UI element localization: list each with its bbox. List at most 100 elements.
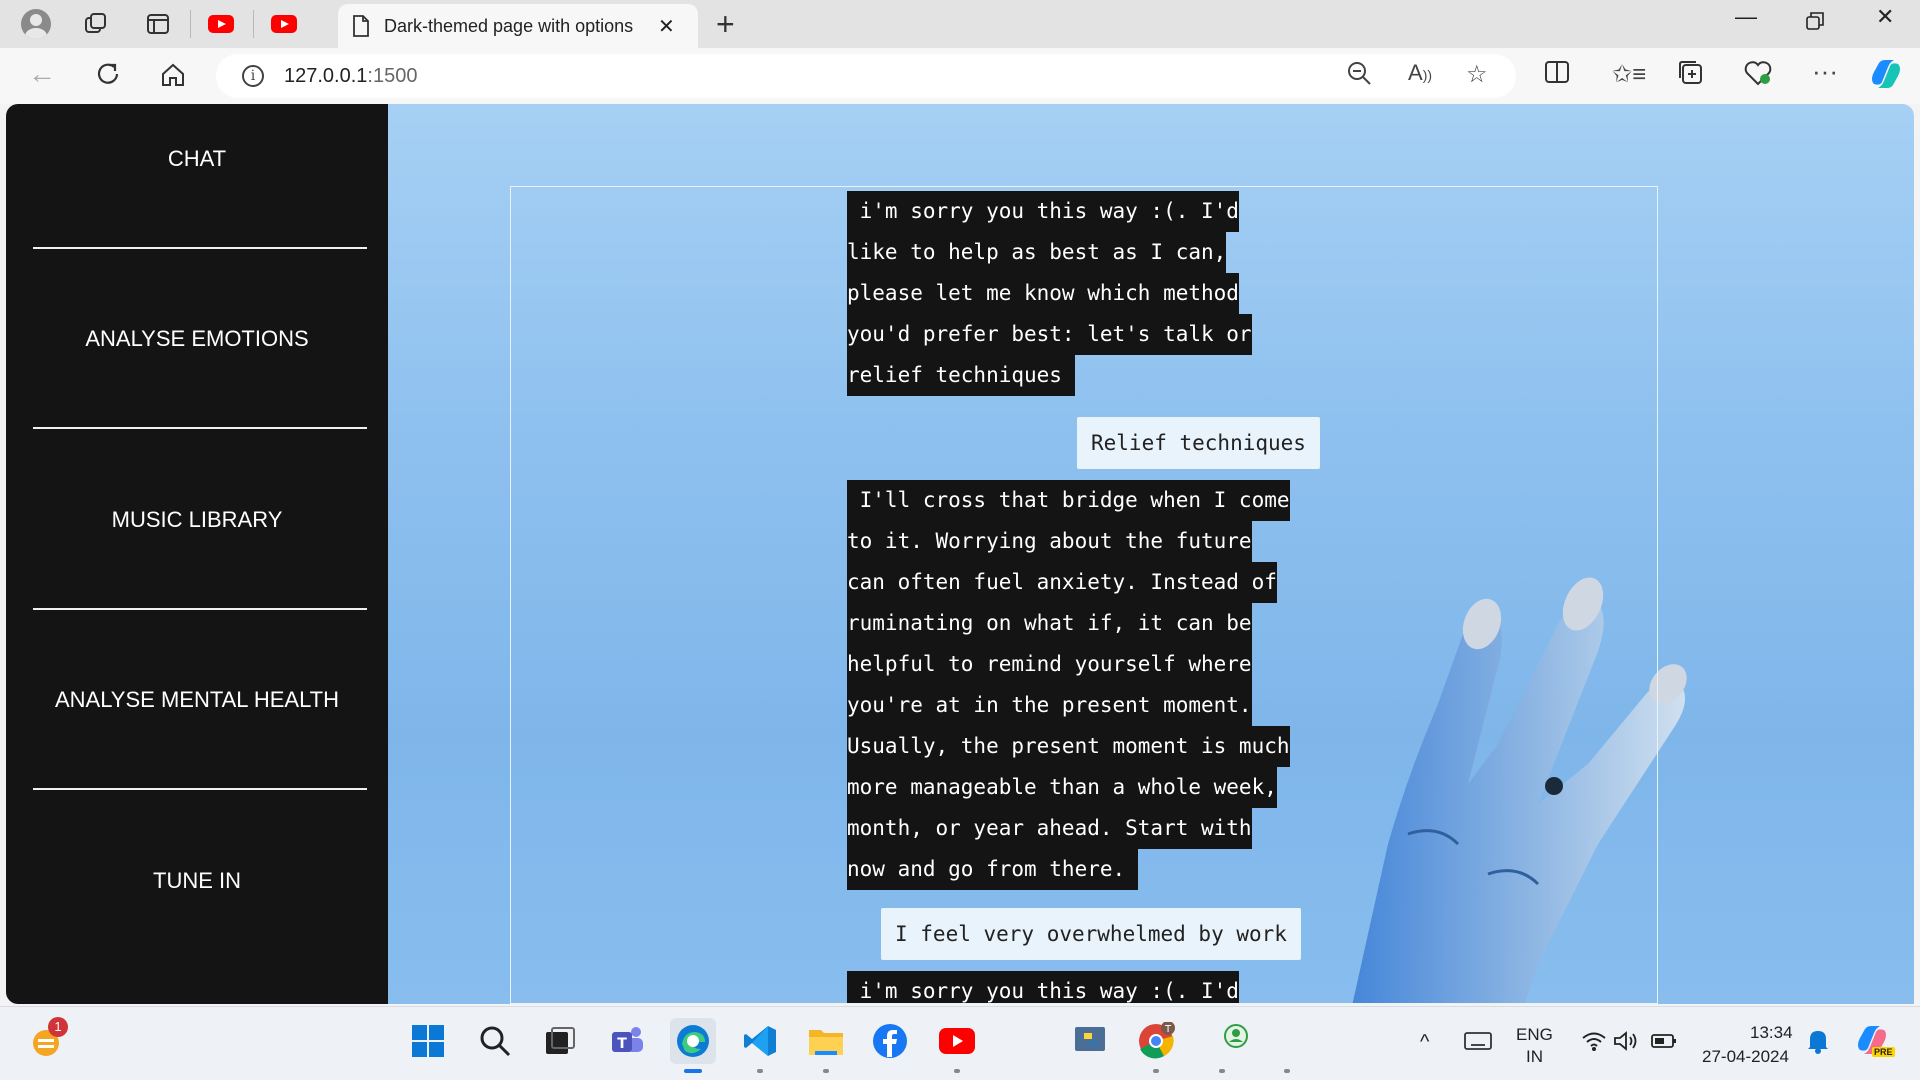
app-indicator [1284, 1069, 1290, 1073]
tab-strip: Dark-themed page with options ✕ + — ✕ [0, 0, 1920, 48]
user-app-icon[interactable] [1216, 1021, 1256, 1061]
sidebar: CHAT ANALYSE EMOTIONS MUSIC LIBRARY ANAL… [6, 104, 388, 1004]
url-host: 127.0.0.1 [284, 64, 368, 87]
message-line: i'm sorry you this way :(. I'd [847, 971, 1239, 1003]
taskbar: 1 T T ^ ENG IN 13:34 27-04-2024 PRE [0, 1006, 1920, 1080]
active-tab[interactable]: Dark-themed page with options ✕ [338, 4, 698, 48]
page-viewport: CHAT ANALYSE EMOTIONS MUSIC LIBRARY ANAL… [0, 104, 1920, 1004]
chrome-icon[interactable]: T [1136, 1021, 1176, 1061]
message-line: relief techniques [847, 355, 1075, 396]
facebook-icon[interactable] [870, 1021, 910, 1061]
notifications-bell-icon[interactable] [1798, 1021, 1838, 1061]
message-line: like to help as best as I can, [847, 232, 1227, 273]
chat-window[interactable]: i'm sorry you this way :(. I'd like to h… [510, 186, 1658, 1004]
user-message: Relief techniques [1077, 417, 1320, 469]
message-line: you're at in the present moment. [847, 685, 1252, 726]
widgets-icon[interactable]: 1 [26, 1017, 68, 1061]
app-indicator [954, 1069, 960, 1073]
favorite-star-icon[interactable]: ☆ [1466, 60, 1488, 89]
app-indicator [823, 1069, 829, 1073]
message-line: now and go from there. [847, 849, 1138, 890]
app-indicator [757, 1069, 763, 1073]
minimize-icon[interactable]: — [1735, 4, 1757, 30]
new-tab-icon[interactable]: + [716, 6, 735, 43]
back-icon[interactable]: ← [28, 58, 56, 90]
svg-text:T: T [1164, 1024, 1172, 1035]
youtube-taskbar-icon[interactable] [937, 1021, 977, 1061]
message-line: more manageable than a whole week, [847, 767, 1277, 808]
language-indicator-bottom[interactable]: IN [1526, 1047, 1543, 1067]
teams-icon[interactable]: T [607, 1021, 647, 1061]
sidebar-divider [33, 247, 367, 249]
sidebar-divider [33, 788, 367, 790]
message-line: please let me know which method [847, 273, 1239, 314]
copilot-icon[interactable] [1868, 58, 1904, 97]
sidebar-item-chat[interactable]: CHAT [6, 146, 388, 172]
svg-text:T: T [617, 1036, 627, 1052]
task-view-icon[interactable] [540, 1021, 580, 1061]
message-line: you'd prefer best: let's talk or [847, 314, 1252, 355]
main-content: i'm sorry you this way :(. I'd like to h… [388, 104, 1914, 1004]
favorites-icon[interactable]: ✩≡ [1612, 60, 1646, 89]
message-line: helpful to remind yourself where [847, 644, 1252, 685]
page-icon [353, 15, 369, 37]
site-info-icon[interactable]: i [242, 65, 264, 87]
sidebar-item-music-library[interactable]: MUSIC LIBRARY [6, 507, 388, 533]
more-menu-icon[interactable]: ··· [1812, 56, 1838, 87]
tab-actions-icon[interactable] [138, 4, 178, 44]
tab-title: Dark-themed page with options [384, 15, 634, 36]
sidebar-item-analyse-emotions[interactable]: ANALYSE EMOTIONS [6, 326, 388, 352]
start-windows-icon[interactable] [408, 1021, 448, 1061]
tab-separator [253, 10, 254, 38]
active-app-indicator [684, 1069, 702, 1073]
message-line: i'm sorry you this way :(. I'd [847, 191, 1239, 232]
bot-message: i'm sorry you this way :(. I'd like to h… [847, 191, 1252, 396]
collections-icon[interactable] [1678, 60, 1704, 93]
app-indicator [1219, 1069, 1225, 1073]
bot-message: I'll cross that bridge when I come to it… [847, 480, 1290, 890]
message-line: can often fuel anxiety. Instead of [847, 562, 1277, 603]
search-icon[interactable] [475, 1021, 515, 1061]
youtube-tab-icon[interactable] [201, 4, 241, 44]
sidebar-divider [33, 427, 367, 429]
workspaces-icon[interactable] [76, 4, 116, 44]
url-field[interactable]: i 127.0.0.1:1500 [216, 54, 1516, 98]
python-icon[interactable] [1070, 1021, 1110, 1061]
copilot-taskbar-icon[interactable]: PRE [1852, 1021, 1895, 1061]
refresh-icon[interactable] [94, 60, 122, 95]
user-message: I feel very overwhelmed by work [881, 908, 1301, 960]
youtube-tab-icon[interactable] [264, 4, 304, 44]
file-explorer-icon[interactable] [806, 1021, 846, 1061]
battery-icon[interactable] [1644, 1021, 1684, 1061]
volume-icon[interactable] [1606, 1021, 1646, 1061]
profile-avatar-icon[interactable] [16, 4, 56, 44]
message-line: ruminating on what if, it can be [847, 603, 1252, 644]
read-aloud-icon[interactable]: A)) [1408, 60, 1432, 86]
restore-icon[interactable] [1806, 10, 1824, 36]
address-bar-row: ← i 127.0.0.1:1500 A)) ☆ ✩≡ ··· [0, 48, 1920, 104]
clock-time[interactable]: 13:34 [1750, 1023, 1793, 1043]
edge-browser-icon[interactable] [670, 1018, 716, 1064]
notification-badge: 1 [48, 1017, 68, 1037]
message-line: I'll cross that bridge when I come [847, 480, 1290, 521]
home-icon[interactable] [160, 62, 186, 94]
clock-date[interactable]: 27-04-2024 [1702, 1047, 1789, 1067]
zoom-out-icon[interactable] [1346, 60, 1372, 93]
url-port: :1500 [367, 64, 418, 87]
split-screen-icon[interactable] [1544, 60, 1570, 91]
sidebar-divider [33, 608, 367, 610]
browser-essentials-icon[interactable] [1744, 60, 1772, 93]
keyboard-icon[interactable] [1458, 1021, 1498, 1061]
sidebar-item-tune-in[interactable]: TUNE IN [6, 868, 388, 894]
vscode-icon[interactable] [740, 1021, 780, 1061]
sidebar-item-analyse-mental-health[interactable]: ANALYSE MENTAL HEALTH [6, 687, 388, 713]
bot-message: i'm sorry you this way :(. I'd [847, 971, 1239, 1003]
copilot-pre-badge: PRE [1872, 1047, 1895, 1057]
tab-separator [190, 10, 191, 38]
language-indicator-top[interactable]: ENG [1516, 1025, 1553, 1045]
message-line: to it. Worrying about the future [847, 521, 1252, 562]
close-tab-icon[interactable]: ✕ [658, 14, 675, 39]
close-window-icon[interactable]: ✕ [1876, 4, 1894, 30]
show-hidden-icons-chevron-icon[interactable]: ^ [1420, 1031, 1429, 1054]
message-line: Usually, the present moment is much [847, 726, 1290, 767]
